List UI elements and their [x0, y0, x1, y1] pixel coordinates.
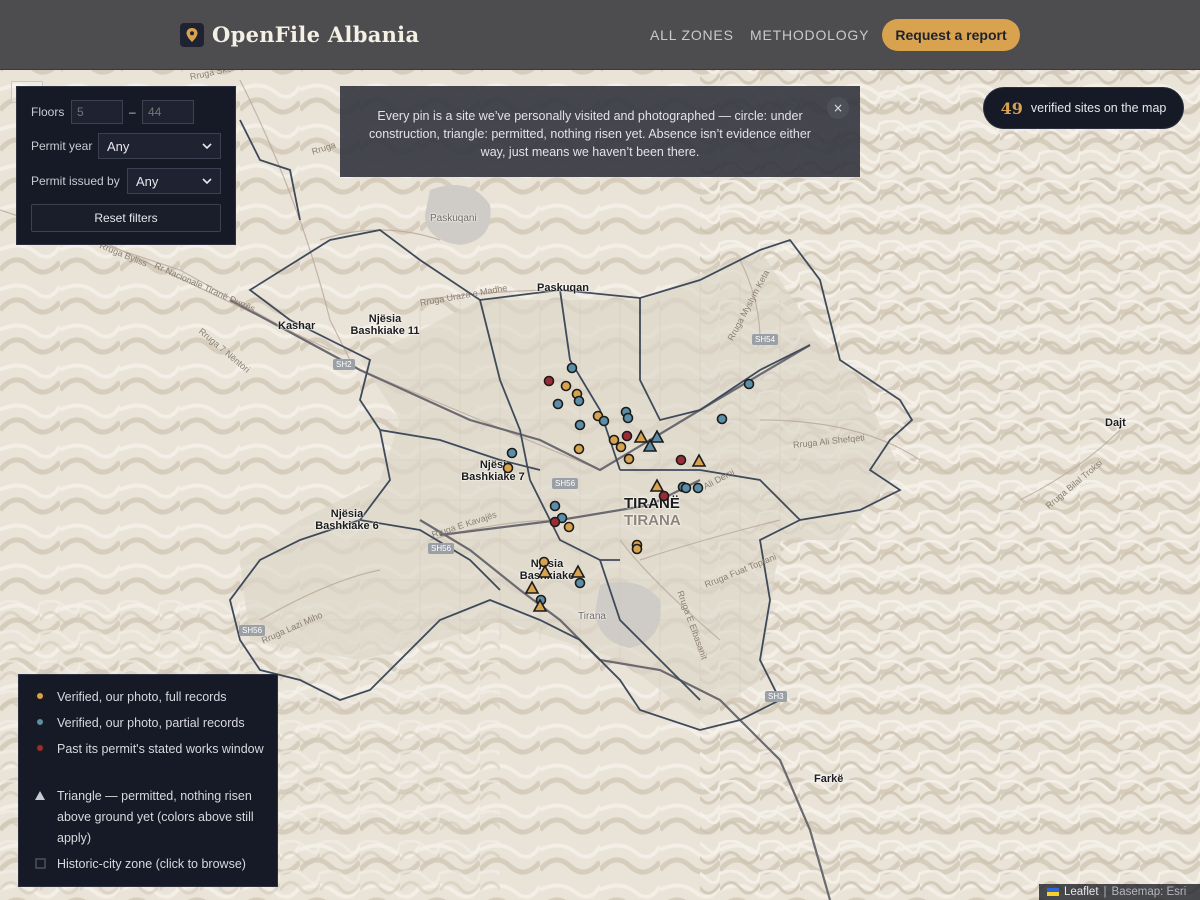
permit-year-label: Permit year	[31, 139, 93, 153]
map-legend: Verified, our photo, full records Verifi…	[18, 674, 278, 887]
close-icon[interactable]: ×	[827, 97, 849, 119]
site-pin-circle[interactable]	[506, 447, 518, 459]
site-pin-circle[interactable]	[692, 482, 704, 494]
site-pin-circle[interactable]	[621, 430, 633, 442]
map-attribution: Leaflet | Basemap: Esri	[1039, 884, 1200, 900]
site-pin-circle[interactable]	[502, 462, 514, 474]
info-text: Every pin is a site we’ve personally vis…	[369, 109, 811, 159]
permit-year-value: Any	[107, 138, 130, 154]
reset-filters-button[interactable]: Reset filters	[31, 204, 221, 232]
permit-year-select[interactable]: Any	[98, 133, 221, 159]
legend-item-partial-records: Verified, our photo, partial records	[33, 713, 269, 734]
site-pin-circle[interactable]	[538, 556, 550, 568]
legend-item-full-records: Verified, our photo, full records	[33, 687, 269, 708]
chevron-down-icon	[202, 178, 212, 184]
legend-label: Verified, our photo, partial records	[57, 716, 245, 730]
legend-label: Verified, our photo, full records	[57, 690, 227, 704]
site-pin-circle[interactable]	[543, 375, 555, 387]
circle-icon	[35, 691, 45, 701]
basemap-credit: Basemap: Esri	[1111, 886, 1187, 898]
site-pin-circle[interactable]	[743, 378, 755, 390]
site-pin-circle[interactable]	[716, 413, 728, 425]
site-pin-circle[interactable]	[623, 453, 635, 465]
site-pin-circle[interactable]	[552, 398, 564, 410]
permit-issued-value: Any	[136, 173, 159, 189]
site-pin-circle[interactable]	[566, 362, 578, 374]
permit-issued-label: Permit issued by	[31, 174, 120, 188]
site-count-value: 49	[1000, 98, 1023, 118]
floors-min-input[interactable]	[71, 100, 123, 124]
square-icon	[34, 858, 46, 869]
nav-all-zones[interactable]: ALL ZONES	[650, 27, 734, 43]
legend-label: Triangle — permitted, nothing risen abov…	[57, 789, 254, 845]
site-pin-circle[interactable]	[549, 516, 561, 528]
site-pin-circle[interactable]	[631, 543, 643, 555]
info-banner: Every pin is a site we’ve personally vis…	[340, 86, 860, 177]
site-pin-circle[interactable]	[608, 434, 620, 446]
site-pin-circle[interactable]	[622, 412, 634, 424]
site-pin-circle[interactable]	[573, 395, 585, 407]
site-count-label: verified sites on the map	[1030, 101, 1167, 115]
site-pin-circle[interactable]	[598, 415, 610, 427]
map-pin-logo-icon	[180, 22, 204, 47]
circle-icon	[35, 743, 45, 753]
filters-panel: Floors – Permit year Any Permit issued b…	[16, 86, 236, 245]
circle-icon	[35, 717, 45, 727]
site-pin-triangle[interactable]	[537, 564, 553, 578]
floors-max-input[interactable]	[142, 100, 194, 124]
site-pin-circle[interactable]	[675, 454, 687, 466]
site-pin-circle[interactable]	[573, 443, 585, 455]
site-pin-circle[interactable]	[615, 441, 627, 453]
legend-label: Past its permit's stated works window	[57, 742, 264, 756]
legend-item-triangle: Triangle — permitted, nothing risen abov…	[33, 786, 269, 849]
legend-item-past-window: Past its permit's stated works window	[33, 739, 269, 760]
triangle-icon	[35, 791, 45, 800]
site-pin-circle[interactable]	[574, 419, 586, 431]
site-pin-circle[interactable]	[560, 380, 572, 392]
site-pin-triangle[interactable]	[691, 453, 707, 467]
request-report-button[interactable]: Request a report	[882, 19, 1020, 51]
site-pin-triangle[interactable]	[570, 564, 586, 578]
site-pin-circle[interactable]	[574, 577, 586, 589]
brand-name: OpenFile Albania	[212, 22, 420, 47]
site-pin-triangle[interactable]	[524, 580, 540, 594]
legend-label: Historic-city zone (click to browse)	[57, 857, 246, 871]
site-count-badge: 49 verified sites on the map	[983, 87, 1184, 129]
attribution-separator: |	[1103, 886, 1107, 898]
chevron-down-icon	[202, 143, 212, 149]
site-pin-circle[interactable]	[549, 500, 561, 512]
site-pin-circle[interactable]	[563, 521, 575, 533]
ukraine-flag-icon	[1047, 888, 1059, 896]
nav-methodology[interactable]: METHODOLOGY	[750, 27, 869, 43]
leaflet-link[interactable]: Leaflet	[1064, 886, 1099, 898]
site-pin-circle[interactable]	[658, 490, 670, 502]
floors-separator: –	[129, 105, 136, 119]
legend-item-historic-zone[interactable]: Historic-city zone (click to browse)	[33, 854, 269, 875]
floors-label: Floors	[31, 105, 65, 119]
site-pin-triangle[interactable]	[633, 429, 649, 443]
permit-issued-select[interactable]: Any	[127, 168, 221, 194]
site-pin-triangle[interactable]	[649, 429, 665, 443]
site-pin-circle[interactable]	[680, 482, 692, 494]
site-pin-triangle[interactable]	[649, 478, 665, 492]
top-navigation-bar: OpenFile Albania ALL ZONES METHODOLOGY R…	[0, 0, 1200, 70]
brand[interactable]: OpenFile Albania	[180, 22, 419, 47]
